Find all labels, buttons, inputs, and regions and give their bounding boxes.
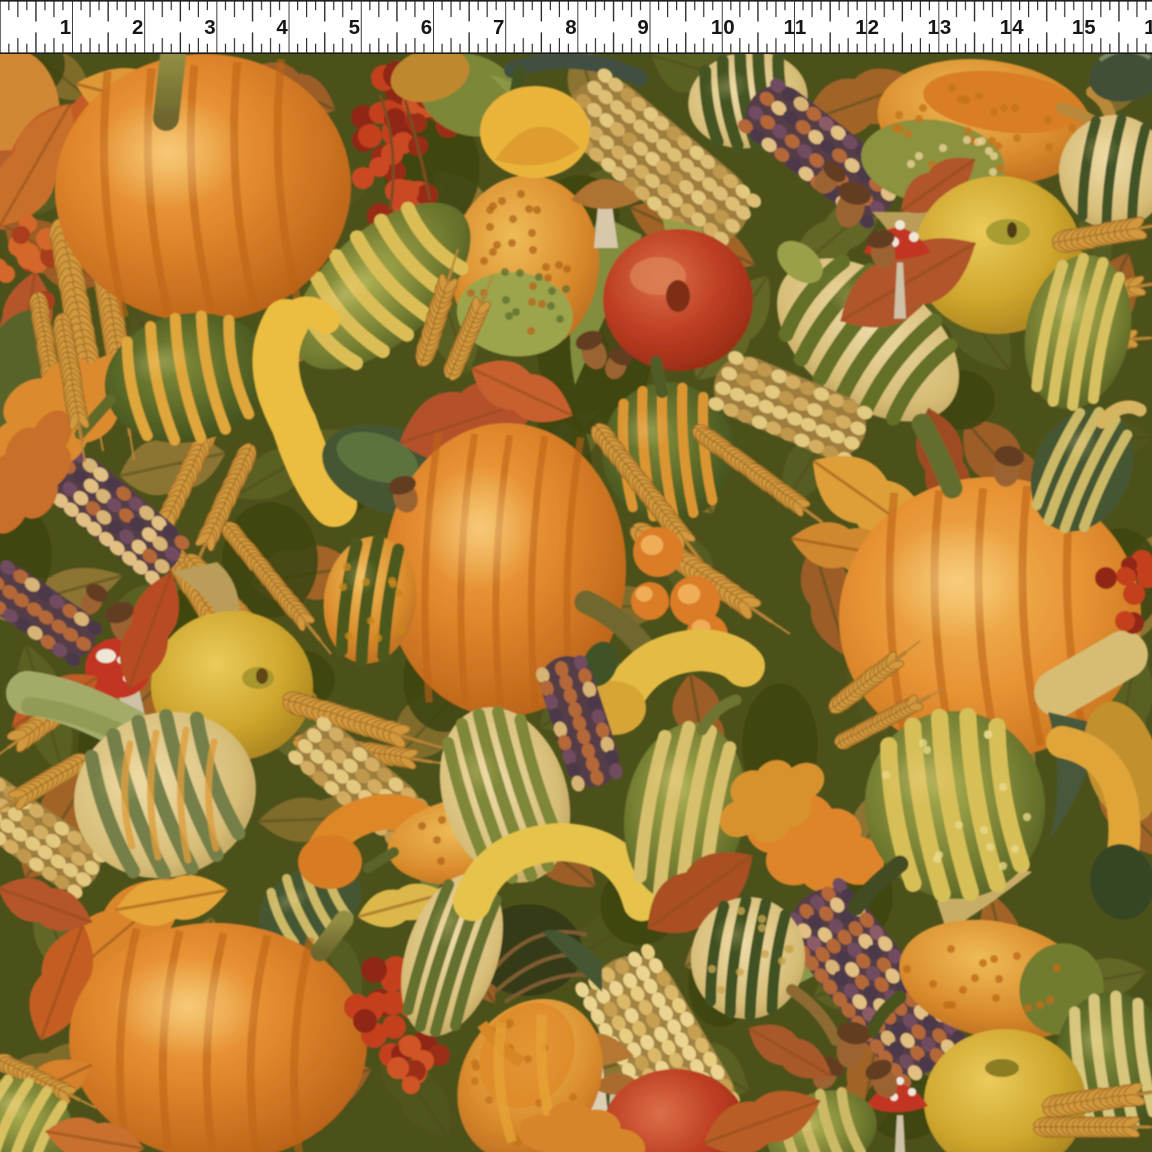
svg-text:5: 5 <box>349 16 361 39</box>
svg-text:9: 9 <box>637 16 649 39</box>
svg-text:16: 16 <box>1144 16 1152 39</box>
svg-text:3: 3 <box>204 16 216 39</box>
svg-text:11: 11 <box>784 16 808 39</box>
svg-text:8: 8 <box>565 16 577 39</box>
svg-text:4: 4 <box>276 16 288 39</box>
svg-text:15: 15 <box>1072 16 1097 39</box>
svg-text:13: 13 <box>927 16 952 39</box>
svg-text:10: 10 <box>711 16 736 39</box>
svg-text:14: 14 <box>1000 16 1025 39</box>
svg-text:12: 12 <box>855 16 880 39</box>
svg-text:7: 7 <box>493 16 505 39</box>
svg-text:6: 6 <box>421 16 433 39</box>
svg-text:1: 1 <box>60 16 72 39</box>
svg-text:2: 2 <box>132 16 144 39</box>
